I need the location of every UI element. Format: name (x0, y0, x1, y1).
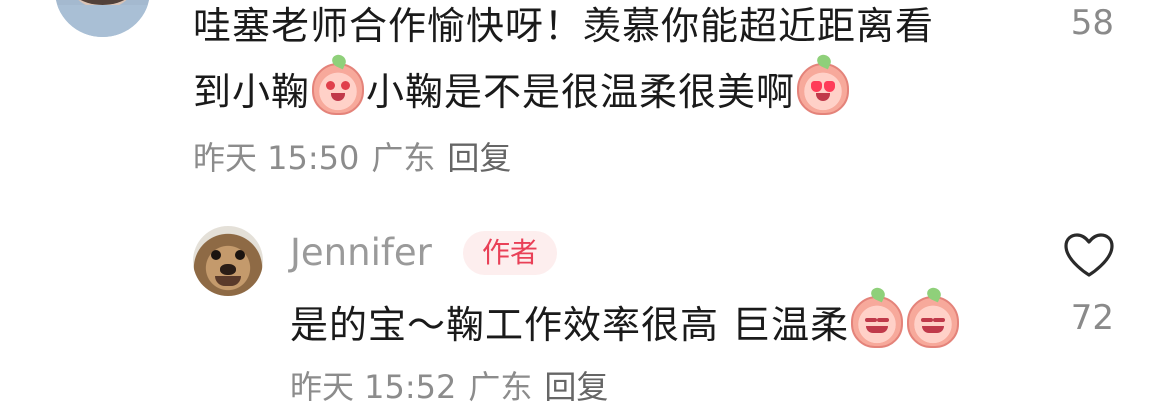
reply-body: 是的宝～鞠工作效率很高 巨温柔 (290, 303, 850, 347)
reply-time: 昨天 15:52 (290, 368, 457, 406)
reply-reply-button[interactable]: 回复 (544, 368, 608, 406)
comment-text-line2: 到小鞠 小鞠是不是很温柔很美啊 (193, 59, 993, 125)
comment-time: 昨天 15:50 (193, 139, 360, 177)
comment-location: 广东 (371, 139, 436, 177)
reply-meta: 昨天 15:52 广东 回复 (290, 367, 608, 407)
reply-like-count[interactable]: 72 (1071, 298, 1114, 338)
dog-nose (220, 264, 236, 275)
reply-username[interactable]: Jennifer (290, 230, 432, 276)
comment-line2-part2: 小鞠是不是很温柔很美啊 (366, 70, 796, 114)
like-count[interactable]: 58 (1071, 3, 1114, 43)
reply-button[interactable]: 回复 (447, 139, 511, 177)
avatar-shirt (55, 5, 150, 37)
reply-location: 广东 (468, 368, 533, 406)
dog-eye-left (211, 250, 221, 260)
heart-outline-icon[interactable] (1063, 232, 1115, 278)
dog-mouth (215, 276, 241, 286)
reply-text: 是的宝～鞠工作效率很高 巨温柔 (290, 296, 961, 350)
comment-line1: 哇塞老师合作愉快呀！羡慕你能超近距离看 (193, 4, 935, 48)
commenter-avatar[interactable] (55, 0, 150, 37)
comment-meta: 昨天 15:50 广东 回复 (193, 138, 511, 178)
heart-eyes-peach-emoji-icon (797, 63, 850, 115)
comment-text-line1: 哇塞老师合作愉快呀！羡慕你能超近距离看 (193, 0, 993, 59)
dog-eye-right (235, 250, 245, 260)
dog-avatar[interactable] (193, 226, 263, 296)
pleading-peach-emoji-icon (312, 63, 365, 115)
comment-line2-part1: 到小鞠 (193, 70, 311, 114)
laughing-peach-emoji-icon (907, 296, 960, 348)
laughing-peach-emoji-icon (851, 296, 904, 348)
author-badge: 作者 (463, 231, 557, 275)
